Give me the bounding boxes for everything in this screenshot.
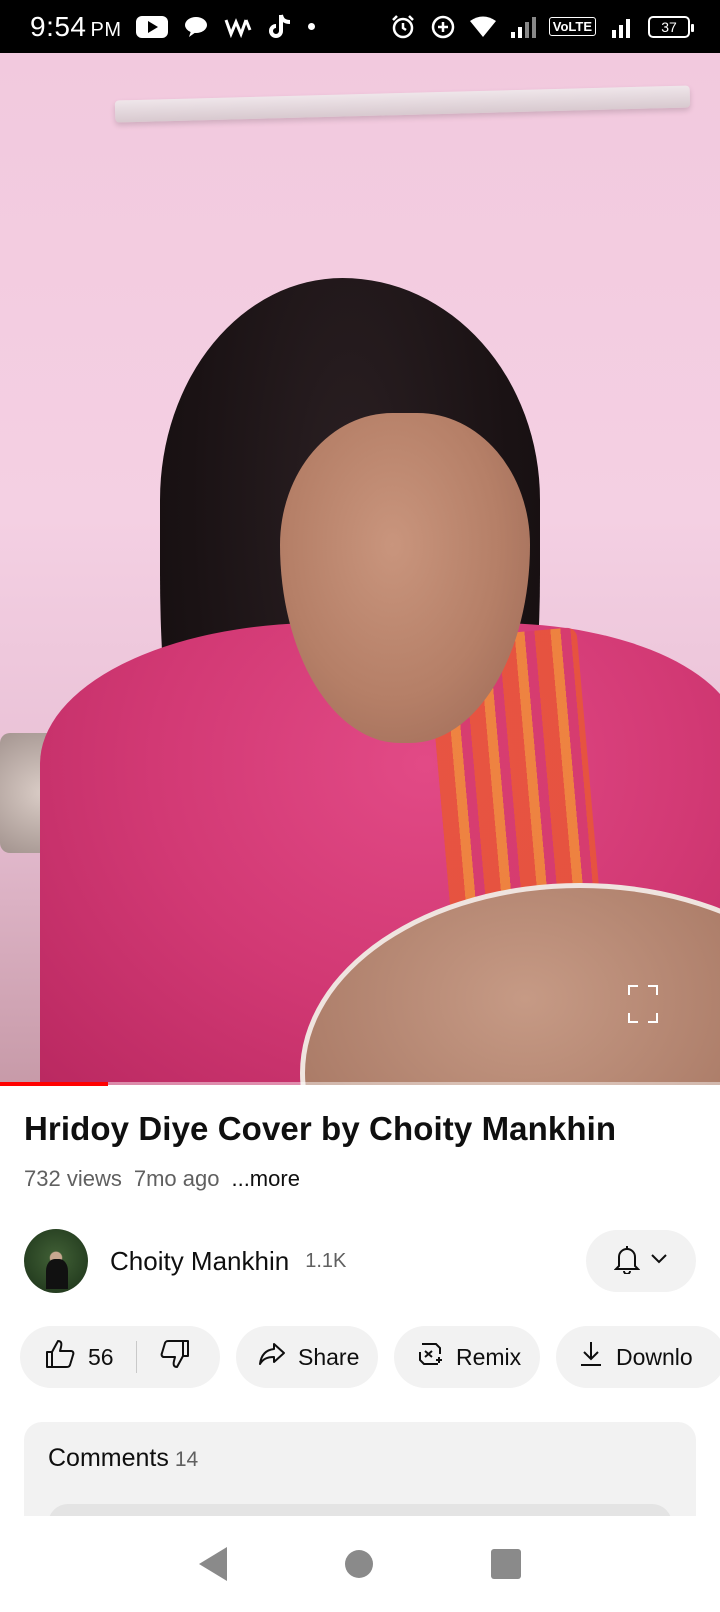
video-meta[interactable]: 732 views 7mo ago ...more (24, 1166, 300, 1192)
thumbs-up-icon[interactable] (44, 1338, 76, 1376)
remix-icon (416, 1340, 444, 1374)
signal-icon-2 (608, 13, 636, 41)
channel-name[interactable]: Choity Mankhin (110, 1246, 289, 1277)
channel-row[interactable]: Choity Mankhin 1.1K (24, 1229, 696, 1293)
app-notification-icon (224, 13, 252, 41)
back-icon[interactable] (199, 1547, 227, 1581)
youtube-icon (135, 15, 168, 38)
avatar[interactable] (24, 1229, 88, 1293)
signal-icon (509, 13, 537, 41)
fullscreen-icon[interactable] (628, 985, 658, 1023)
share-icon (258, 1342, 286, 1372)
comments-title: Comments (48, 1444, 169, 1472)
thumbs-down-icon[interactable] (159, 1338, 191, 1376)
tiktok-icon (266, 13, 294, 41)
chevron-down-icon (650, 1252, 668, 1270)
like-dislike-button[interactable]: 56 (20, 1326, 220, 1388)
video-details: Hridoy Diye Cover by Choity Mankhin 732 … (0, 1086, 720, 1544)
status-bar: 9:54 PM VoLTE 37 (0, 0, 720, 53)
volte-badge: VoLTE (548, 17, 596, 36)
notification-icons (135, 13, 315, 41)
download-button[interactable]: Downlo (556, 1326, 720, 1388)
download-label: Downlo (616, 1343, 693, 1370)
recents-icon[interactable] (491, 1549, 521, 1579)
upload-age: 7mo ago (133, 1166, 220, 1191)
system-nav-bar (0, 1516, 720, 1612)
status-time: 9:54 PM (30, 10, 122, 42)
like-count: 56 (88, 1343, 114, 1370)
share-label: Share (298, 1343, 360, 1370)
video-player[interactable] (0, 53, 720, 1085)
status-right: VoLTE 37 (389, 13, 694, 41)
wifi-icon (469, 13, 497, 41)
action-bar: 56 Share Remix Downlo (20, 1326, 720, 1388)
video-title[interactable]: Hridoy Diye Cover by Choity Mankhin (24, 1110, 616, 1148)
home-icon[interactable] (345, 1550, 373, 1578)
subscriber-count: 1.1K (305, 1249, 347, 1272)
remix-label: Remix (456, 1343, 522, 1370)
subscription-bell-button[interactable] (586, 1230, 696, 1292)
bell-icon (613, 1244, 641, 1279)
view-count: 732 views (24, 1166, 122, 1191)
video-frame-wall-rail (114, 85, 691, 123)
more-notifications-dot (307, 23, 315, 30)
like-divider (135, 1341, 137, 1373)
remix-button[interactable]: Remix (394, 1326, 540, 1388)
download-icon (578, 1340, 604, 1374)
comments-count: 14 (174, 1448, 199, 1471)
share-button[interactable]: Share (236, 1326, 378, 1388)
more-link[interactable]: ...more (231, 1166, 299, 1192)
chat-bubble-icon (182, 13, 210, 41)
data-saver-icon (429, 13, 457, 41)
battery-indicator: 37 (648, 15, 694, 38)
alarm-icon (389, 13, 417, 41)
